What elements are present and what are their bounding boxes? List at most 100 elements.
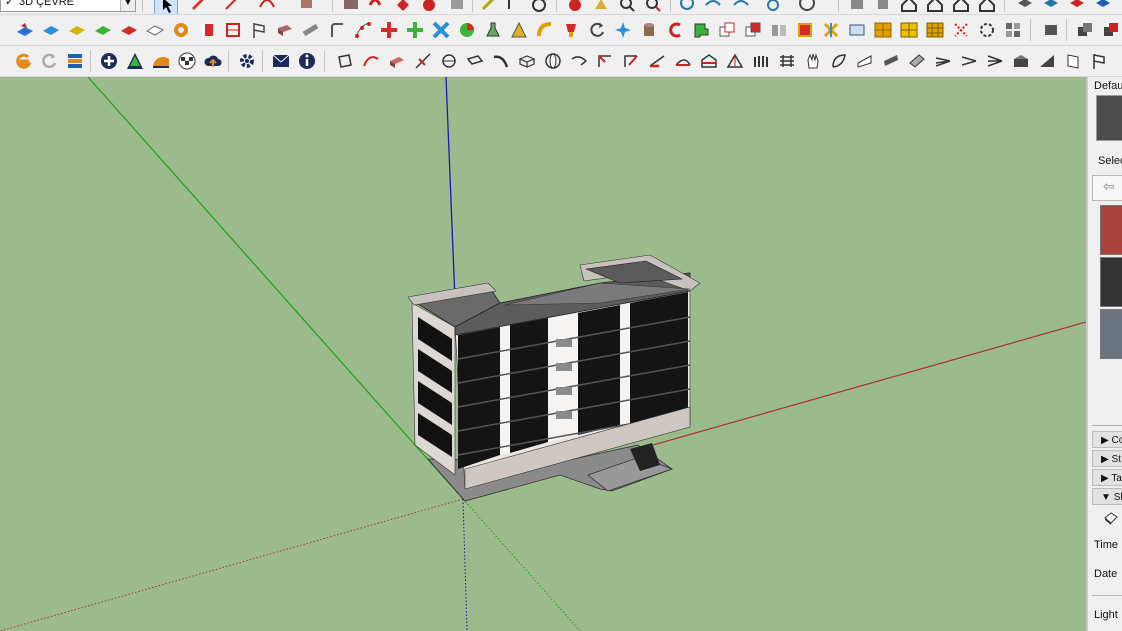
stack-box-alt-icon[interactable] [1100, 19, 1122, 41]
line-array-icon[interactable] [932, 50, 954, 72]
orbit-icon[interactable] [564, 0, 586, 14]
green-cross-icon[interactable] [404, 19, 426, 41]
arc-icon[interactable] [256, 0, 278, 14]
select-arrow-icon[interactable] [154, 0, 178, 14]
box-array-icon[interactable] [768, 19, 790, 41]
curve-icon[interactable] [360, 50, 382, 72]
extrude-icon[interactable] [386, 50, 408, 72]
shell-icon[interactable] [854, 50, 876, 72]
puzzle-icon[interactable] [690, 19, 712, 41]
paint-bucket-icon[interactable] [296, 0, 318, 14]
pan-icon[interactable] [590, 0, 612, 14]
edge-icon[interactable] [334, 50, 356, 72]
blue-x-icon[interactable] [430, 19, 452, 41]
flag-icon[interactable] [248, 19, 270, 41]
scroll-icon[interactable] [274, 19, 296, 41]
dimension-icon[interactable] [504, 0, 526, 14]
house-icon[interactable] [898, 0, 920, 14]
back-view-icon[interactable] [976, 0, 998, 14]
layers-alt-icon[interactable] [1040, 0, 1062, 14]
bend-icon[interactable] [490, 50, 512, 72]
slope-icon[interactable] [646, 50, 668, 72]
checker-icon[interactable] [176, 50, 198, 72]
corner-trim-icon[interactable] [594, 50, 616, 72]
right-view-icon[interactable] [950, 0, 972, 14]
sphere-icon[interactable] [542, 50, 564, 72]
hand-icon[interactable] [364, 0, 386, 14]
tree-icon[interactable] [124, 50, 146, 72]
section-styles[interactable]: ▶ St [1092, 450, 1122, 467]
red-cross-icon[interactable] [378, 19, 400, 41]
plus-circle-icon[interactable] [98, 50, 120, 72]
material-swatch-roof-tile[interactable] [1100, 257, 1122, 307]
orange-grid-alt-icon[interactable] [924, 19, 946, 41]
green-plane-icon[interactable] [92, 19, 114, 41]
model-viewport[interactable] [0, 77, 1086, 631]
layers-red-icon[interactable] [1066, 0, 1088, 14]
array-icon[interactable] [742, 19, 764, 41]
triangle-icon[interactable] [508, 19, 530, 41]
section-shadows[interactable]: ▼ Sh [1092, 488, 1122, 505]
red-gem-icon[interactable] [794, 19, 816, 41]
orange-grid-icon[interactable] [872, 19, 894, 41]
section-tags[interactable]: ▶ Ta [1092, 469, 1122, 486]
cylinder-icon[interactable] [638, 19, 660, 41]
measure-icon[interactable] [478, 0, 500, 14]
star-icon[interactable] [612, 19, 634, 41]
offset-icon[interactable] [620, 50, 642, 72]
front-view-icon[interactable] [924, 0, 946, 14]
frame-icon[interactable] [222, 19, 244, 41]
fillet-icon[interactable] [464, 50, 486, 72]
stack-icon[interactable] [64, 50, 86, 72]
box-outline-icon[interactable] [516, 50, 538, 72]
ramp-alt-icon[interactable] [1036, 50, 1058, 72]
mail-icon[interactable] [270, 50, 292, 72]
cloud-upload-icon[interactable] [202, 50, 224, 72]
building-model[interactable] [407, 254, 701, 502]
material-preview[interactable] [1096, 95, 1122, 141]
slab-icon[interactable] [906, 50, 928, 72]
line-icon[interactable] [222, 0, 244, 14]
knife-icon[interactable] [412, 50, 434, 72]
door-icon[interactable] [1062, 50, 1084, 72]
pipe-icon[interactable] [300, 19, 322, 41]
section-icon[interactable] [676, 0, 698, 14]
flask-icon[interactable] [482, 19, 504, 41]
outline-plane-icon[interactable] [144, 19, 166, 41]
flag-alt-icon[interactable] [1088, 50, 1110, 72]
fence-icon[interactable] [750, 50, 772, 72]
roof-icon[interactable] [698, 50, 720, 72]
yellow-plane-icon[interactable] [66, 19, 88, 41]
info-icon[interactable] [296, 50, 318, 72]
material-swatch-stone[interactable] [1100, 309, 1122, 359]
wall-icon[interactable] [776, 50, 798, 72]
zoom-extents-icon[interactable] [642, 0, 664, 14]
dots-curve-icon[interactable] [352, 19, 374, 41]
trophy-icon[interactable] [560, 19, 582, 41]
yellow-grid-icon[interactable] [898, 19, 920, 41]
loop-icon[interactable] [438, 50, 460, 72]
user-circle-icon[interactable] [796, 0, 818, 14]
component-icon[interactable] [1002, 19, 1024, 41]
cube-icon[interactable] [446, 0, 468, 14]
frame-cut-icon[interactable] [846, 19, 868, 41]
refresh-icon[interactable] [38, 50, 60, 72]
gear-icon[interactable] [236, 50, 258, 72]
stack-box-icon[interactable] [1074, 19, 1096, 41]
eraser-icon[interactable] [392, 0, 414, 14]
stair-icon[interactable] [672, 50, 694, 72]
eneroth-icon[interactable] [12, 50, 34, 72]
yellow-arc-icon[interactable] [534, 19, 556, 41]
leaf-icon[interactable] [828, 50, 850, 72]
top-view-icon[interactable] [872, 0, 894, 14]
tape-icon[interactable] [418, 0, 440, 14]
chevron-down-icon[interactable]: ▼ [120, 0, 135, 11]
grid-icon[interactable] [820, 19, 842, 41]
protractor-icon[interactable] [528, 0, 550, 14]
tent-icon[interactable] [724, 50, 746, 72]
section-fill-icon[interactable] [702, 0, 724, 14]
flare-icon[interactable] [984, 50, 1006, 72]
green-pie-icon[interactable] [456, 19, 478, 41]
red-plane-icon[interactable] [118, 19, 140, 41]
corner-icon[interactable] [326, 19, 348, 41]
